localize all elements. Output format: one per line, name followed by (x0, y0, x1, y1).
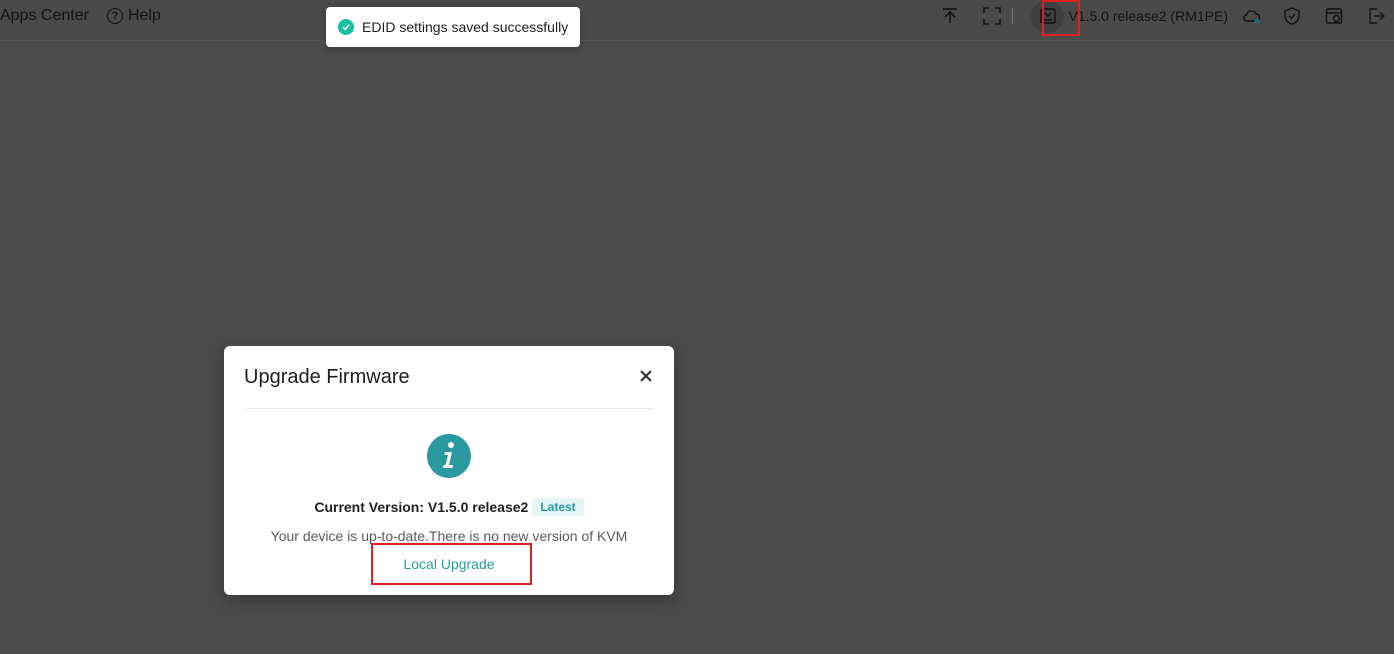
firmware-version-label: V1.5.0 release2 (RM1PE) (1068, 8, 1228, 24)
upgrade-firmware-dialog: Upgrade Firmware Current Version: V1.5.0… (224, 346, 674, 595)
dialog-divider (244, 408, 654, 409)
current-version-line: Current Version: V1.5.0 release2 Latest (224, 498, 674, 516)
help-icon: ? (106, 8, 123, 24)
shield-icon[interactable] (1282, 6, 1302, 26)
close-icon[interactable] (638, 368, 654, 384)
success-toast: EDID settings saved successfully (326, 7, 581, 47)
up-to-date-message: Your device is up-to-date.There is no ne… (270, 528, 628, 544)
info-icon (426, 433, 472, 479)
dialog-title: Upgrade Firmware (244, 366, 410, 388)
firmware-button[interactable] (1031, 0, 1065, 33)
topbar-right: V1.5.0 release2 (RM1PE) (940, 0, 1394, 33)
latest-badge: Latest (532, 498, 584, 516)
top-bar: Apps Center ? Help V1.5.0 release2 (RM1P… (0, 0, 1394, 41)
apps-center-link[interactable]: Apps Center (0, 7, 89, 25)
toast-message: EDID settings saved successfully (362, 19, 569, 35)
upload-icon[interactable] (940, 6, 960, 26)
calendar-sync-icon[interactable] (1324, 6, 1344, 26)
topbar-left: Apps Center ? Help (0, 0, 161, 32)
check-circle-icon (338, 19, 354, 35)
firmware-icon (1039, 7, 1057, 25)
current-version-text: Current Version: V1.5.0 release2 (314, 499, 529, 515)
help-link[interactable]: ? Help (106, 7, 161, 25)
logout-icon[interactable] (1366, 6, 1386, 26)
local-upgrade-link[interactable]: Local Upgrade (224, 556, 674, 572)
cloud-icon[interactable] (1242, 6, 1262, 26)
help-label: Help (127, 7, 161, 24)
toolbar-divider (1012, 8, 1014, 24)
fullscreen-icon[interactable] (982, 6, 1002, 26)
